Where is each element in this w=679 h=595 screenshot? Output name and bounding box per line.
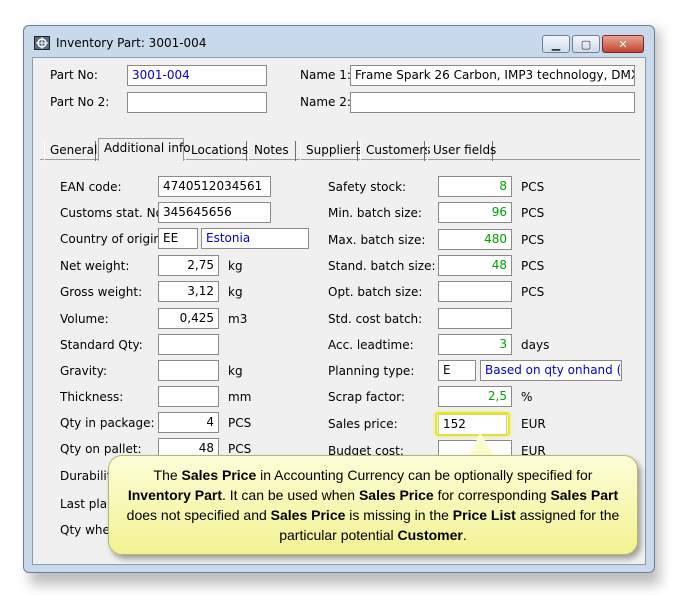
qty-pallet-unit: PCS <box>228 442 252 456</box>
country-label: Country of origin: <box>60 232 166 246</box>
safety-stock-unit: PCS <box>521 180 545 194</box>
planning-type-desc-field[interactable]: Based on qty onhand (cor <box>480 360 622 381</box>
app-icon <box>34 36 50 50</box>
net-weight-field[interactable]: 2,75 <box>158 255 219 276</box>
thickness-field[interactable] <box>158 386 219 407</box>
tab-customers[interactable]: Customers <box>360 141 431 161</box>
sales-price-unit: EUR <box>521 417 546 431</box>
stand-batch-field[interactable]: 48 <box>438 255 512 276</box>
maximize-button[interactable]: ▢ <box>572 35 600 53</box>
gross-weight-unit: kg <box>228 285 243 299</box>
tab-user-fields[interactable]: User fields <box>427 141 496 161</box>
callout-bold: Sales Part <box>550 487 619 503</box>
scrap-factor-label: Scrap factor: <box>328 390 405 404</box>
volume-unit: m3 <box>228 312 248 326</box>
qty-pallet-label: Qty on pallet: <box>60 442 142 456</box>
window-title: Inventory Part: 3001-004 <box>56 36 207 50</box>
sales-price-label: Sales price: <box>328 417 398 431</box>
stand-batch-label: Stand. batch size: <box>328 259 436 273</box>
part-no2-field[interactable] <box>127 92 267 113</box>
volume-label: Volume: <box>60 312 109 326</box>
callout-text: . It can be used when <box>221 487 359 503</box>
part-no-field[interactable]: 3001-004 <box>127 65 267 86</box>
maximize-icon: ▢ <box>580 37 592 51</box>
opt-batch-field[interactable] <box>438 281 512 302</box>
planning-type-label: Planning type: <box>328 364 415 378</box>
planning-type-code-field[interactable]: E <box>438 360 476 381</box>
callout-text: is missing in the <box>345 507 453 523</box>
scrap-factor-unit: % <box>521 390 533 404</box>
safety-stock-field[interactable]: 8 <box>438 176 512 197</box>
name1-label: Name 1: <box>300 68 351 82</box>
close-button[interactable]: ✕ <box>602 35 644 53</box>
part-no-label: Part No: <box>50 68 98 82</box>
tab-suppliers[interactable]: Suppliers <box>300 141 362 161</box>
opt-batch-label: Opt. batch size: <box>328 285 423 299</box>
callout-pointer <box>470 432 494 456</box>
max-batch-field[interactable]: 480 <box>438 229 512 250</box>
net-weight-unit: kg <box>228 259 243 273</box>
callout-bold: Sales Price <box>181 467 257 483</box>
callout-bold: Customer <box>397 527 463 543</box>
std-cost-batch-label: Std. cost batch: <box>328 312 423 326</box>
min-batch-field[interactable]: 96 <box>438 202 512 223</box>
close-icon: ✕ <box>618 37 628 51</box>
standard-qty-label: Standard Qty: <box>60 338 143 352</box>
country-code-field[interactable]: EE <box>158 228 198 249</box>
min-batch-unit: PCS <box>521 206 545 220</box>
standard-qty-field[interactable] <box>158 334 219 355</box>
scrap-factor-field[interactable]: 2,5 <box>438 386 512 407</box>
title-bar[interactable]: Inventory Part: 3001-004 ▁ ▢ ✕ <box>24 26 654 56</box>
gravity-unit: kg <box>228 364 243 378</box>
tab-notes[interactable]: Notes <box>248 141 296 161</box>
minimize-button[interactable]: ▁ <box>542 35 570 53</box>
max-batch-unit: PCS <box>521 233 545 247</box>
callout-bold: Price List <box>452 507 516 523</box>
qty-package-field[interactable]: 4 <box>158 412 219 433</box>
callout-text: . <box>462 527 467 543</box>
callout-text: The <box>153 467 182 483</box>
customs-field[interactable]: 345645656 <box>158 202 271 223</box>
thickness-unit: mm <box>228 390 252 404</box>
callout-bold: Sales Price <box>270 507 346 523</box>
qty-package-label: Qty in package: <box>60 416 155 430</box>
gross-weight-label: Gross weight: <box>60 285 143 299</box>
net-weight-label: Net weight: <box>60 259 130 273</box>
volume-field[interactable]: 0,425 <box>158 308 219 329</box>
sales-price-callout: The Sales Price in Accounting Currency c… <box>108 455 638 555</box>
last-plan-label: Last plan <box>60 497 115 511</box>
part-no2-label: Part No 2: <box>50 95 110 109</box>
acc-leadtime-unit: days <box>521 338 550 352</box>
max-batch-label: Max. batch size: <box>328 233 426 247</box>
ean-label: EAN code: <box>60 180 122 194</box>
qty-package-unit: PCS <box>228 416 252 430</box>
name2-field[interactable] <box>350 92 635 113</box>
gross-weight-field[interactable]: 3,12 <box>158 281 219 302</box>
safety-stock-label: Safety stock: <box>328 180 407 194</box>
stand-batch-unit: PCS <box>521 259 545 273</box>
tab-additional-info[interactable]: Additional info <box>98 138 191 161</box>
name1-field[interactable]: Frame Spark 26 Carbon, IMP3 technology, … <box>350 65 635 86</box>
tab-general[interactable]: General <box>44 141 97 161</box>
country-name-field[interactable]: Estonia <box>201 228 309 249</box>
name2-label: Name 2: <box>300 95 351 109</box>
std-cost-batch-field[interactable] <box>438 308 512 329</box>
acc-leadtime-field[interactable]: 3 <box>438 334 512 355</box>
ean-field[interactable]: 4740512034561 <box>158 176 271 197</box>
acc-leadtime-label: Acc. leadtime: <box>328 338 414 352</box>
customs-label: Customs stat. No: <box>60 206 168 220</box>
tab-locations[interactable]: Locations <box>185 141 248 161</box>
gravity-field[interactable] <box>158 360 219 381</box>
opt-batch-unit: PCS <box>521 285 545 299</box>
min-batch-label: Min. batch size: <box>328 206 422 220</box>
gravity-label: Gravity: <box>60 364 107 378</box>
callout-bold: Sales Price <box>358 487 434 503</box>
thickness-label: Thickness: <box>60 390 124 404</box>
callout-text: in Accounting Currency can be optionally… <box>256 467 593 483</box>
callout-text: does not specified and <box>126 507 271 523</box>
minimize-icon: ▁ <box>551 37 561 51</box>
callout-text: for corresponding <box>433 487 551 503</box>
callout-bold: Inventory Part <box>127 487 222 503</box>
